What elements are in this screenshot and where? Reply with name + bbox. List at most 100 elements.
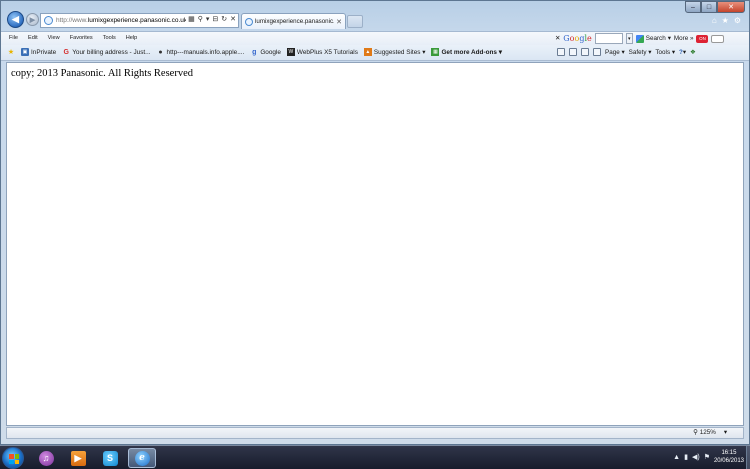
- favorite-get-more-addons[interactable]: ▦ Get more Add-ons ▾: [431, 48, 502, 56]
- favorites-bar: ★ ▣ InPrivate G Your billing address - Jus…: [1, 45, 749, 61]
- menu-tools[interactable]: Tools: [103, 35, 116, 41]
- address-bar-buttons: ▦ ⚲ ▾ ⊟ ↻ ✕: [186, 15, 236, 23]
- network-icon[interactable]: ▮: [684, 453, 688, 461]
- search-icon[interactable]: ⚲: [198, 15, 203, 23]
- address-bar[interactable]: http://www.lumixgexperience.panasonic.co…: [40, 13, 239, 28]
- google-toggle-off[interactable]: [711, 34, 725, 43]
- google-toggle-on[interactable]: ON: [696, 34, 709, 43]
- taskbar: ♫ ▶ S e ▲ ▮ ◀) ⚑ 16:15 20/06/2013: [0, 445, 750, 469]
- safety-menu[interactable]: Safety ▾: [629, 49, 652, 56]
- maximize-button[interactable]: □: [701, 1, 717, 13]
- help-menu[interactable]: ?▾: [679, 49, 686, 56]
- page-menu[interactable]: Page ▾: [605, 49, 625, 56]
- google-search-chevron-icon: ▾: [667, 35, 671, 42]
- skype-icon: S: [102, 450, 118, 466]
- clock[interactable]: 16:15 20/06/2013: [714, 449, 744, 465]
- menu-view[interactable]: View: [48, 35, 60, 41]
- print-icon[interactable]: [593, 48, 601, 56]
- address-url: http://www.lumixgexperience.panasonic.co…: [56, 17, 189, 24]
- zoom-dropdown-icon[interactable]: ▾: [724, 429, 727, 436]
- favorite-label: http---manuals.info.apple....: [166, 48, 245, 56]
- google-search-button[interactable]: Search ▾: [635, 34, 671, 43]
- tab-title: lumixgexperience.panasonic.co.uk: [255, 18, 334, 25]
- menu-favorites[interactable]: Favorites: [70, 35, 93, 41]
- tab-close-icon[interactable]: ✕: [336, 18, 345, 26]
- clock-time: 16:15: [721, 450, 737, 456]
- home-page-icon[interactable]: [557, 48, 565, 56]
- taskbar-skype[interactable]: S: [96, 448, 124, 468]
- zoom-level: 125%: [699, 429, 716, 436]
- copyright-text: copy; 2013 Panasonic. All Rights Reserve…: [11, 68, 193, 79]
- tab-active[interactable]: lumixgexperience.panasonic.co.uk ✕: [241, 13, 346, 29]
- research-icon[interactable]: ❖: [690, 49, 696, 56]
- new-tab-button[interactable]: [347, 15, 363, 28]
- command-bar: Page ▾ Safety ▾ Tools ▾ ?▾ ❖: [557, 48, 696, 56]
- taskbar-vlc[interactable]: ▶: [64, 448, 92, 468]
- favorite-label: InPrivate: [31, 48, 57, 56]
- menu-toolbar-row: File Edit View Favorites Tools Help ✕ Go…: [1, 31, 749, 45]
- favorites-star-add-button[interactable]: ★: [7, 48, 15, 56]
- back-arrow-icon: ◀: [12, 14, 19, 24]
- show-desktop-button[interactable]: [746, 446, 750, 469]
- volume-icon[interactable]: ◀): [692, 453, 700, 461]
- favorite-label: Suggested Sites ▾: [373, 49, 426, 56]
- taskbar-internet-explorer[interactable]: e: [128, 448, 156, 468]
- google-search-input[interactable]: [594, 33, 623, 44]
- favorite-webplus[interactable]: W WebPlus X5 Tutorials: [286, 48, 358, 56]
- favorite-label: Your billing address - Just...: [72, 48, 151, 56]
- show-hidden-icons-icon[interactable]: ▲: [673, 454, 680, 461]
- windows-logo-icon: [9, 454, 19, 464]
- google-search-dropdown-icon[interactable]: ▾: [625, 33, 633, 44]
- back-button[interactable]: ◀: [7, 11, 24, 28]
- feeds-icon[interactable]: [569, 48, 577, 56]
- tools-gear-icon[interactable]: ⚙: [734, 16, 741, 25]
- google-more-button[interactable]: More »: [674, 35, 694, 42]
- compatibility-view-icon[interactable]: ▦: [188, 15, 195, 23]
- addons-icon: ▦: [431, 48, 440, 56]
- add-favorites-star-icon: ★: [7, 49, 15, 56]
- minimize-button[interactable]: –: [685, 1, 701, 13]
- favorites-items: ★ ▣ InPrivate G Your billing address - Jus…: [7, 48, 502, 56]
- suggested-sites-icon: ▲: [363, 48, 372, 56]
- favorite-suggested-sites[interactable]: ▲ Suggested Sites ▾: [363, 48, 426, 56]
- taskbar-itunes[interactable]: ♫: [32, 448, 60, 468]
- refresh-icon[interactable]: ↻: [221, 15, 227, 23]
- apple-icon: ●: [158, 48, 163, 56]
- webplus-icon: W: [286, 48, 295, 56]
- tab-favicon-icon: [245, 17, 253, 26]
- google-toolbar: ✕ Google ▾ Search ▾ More » ON: [555, 33, 725, 44]
- window-controls: – □ ✕: [685, 1, 745, 13]
- system-tray: ▲ ▮ ◀) ⚑ 16:15 20/06/2013: [673, 449, 744, 465]
- action-center-flag-icon[interactable]: ⚑: [704, 453, 710, 461]
- browser-right-icons: ⌂ ★ ⚙: [712, 16, 741, 25]
- page-content: copy; 2013 Panasonic. All Rights Reserve…: [6, 62, 744, 426]
- favorites-star-icon[interactable]: ★: [722, 16, 729, 25]
- clock-date: 20/06/2013: [713, 458, 744, 464]
- start-button[interactable]: [2, 447, 24, 469]
- favorite-google[interactable]: g Google: [250, 48, 281, 56]
- zoom-control[interactable]: ⚲ 125% ▾: [693, 429, 727, 436]
- close-button[interactable]: ✕: [717, 1, 745, 13]
- favorite-billing-address[interactable]: G Your billing address - Just...: [62, 48, 151, 56]
- google-g-icon: G: [63, 48, 69, 56]
- favorite-apple-manuals[interactable]: ● http---manuals.info.apple....: [157, 48, 245, 56]
- internet-explorer-icon: e: [134, 450, 150, 466]
- status-bar: ⚲ 125% ▾: [6, 427, 744, 439]
- menu-help[interactable]: Help: [126, 35, 138, 41]
- read-mail-icon[interactable]: [581, 48, 589, 56]
- menu-file[interactable]: File: [9, 35, 18, 41]
- google-toolbar-close-icon[interactable]: ✕: [555, 35, 560, 42]
- stop-icon[interactable]: ✕: [230, 15, 236, 23]
- tools-menu[interactable]: Tools ▾: [655, 49, 675, 56]
- ie-page-icon: [44, 16, 53, 25]
- forward-button[interactable]: ▶: [26, 13, 39, 26]
- menu-edit[interactable]: Edit: [28, 35, 38, 41]
- help-chevron: ▾: [682, 48, 687, 56]
- compatibility-icon[interactable]: ⊟: [212, 15, 218, 23]
- favorite-inprivate[interactable]: ▣ InPrivate: [21, 48, 56, 56]
- inprivate-icon: ▣: [21, 48, 29, 56]
- title-bar: ◀ ▶ http://www.lumixgexperience.panasoni…: [1, 1, 749, 31]
- favorite-label: WebPlus X5 Tutorials: [296, 48, 358, 56]
- home-icon[interactable]: ⌂: [712, 16, 717, 25]
- address-dropdown-icon[interactable]: ▾: [206, 15, 210, 23]
